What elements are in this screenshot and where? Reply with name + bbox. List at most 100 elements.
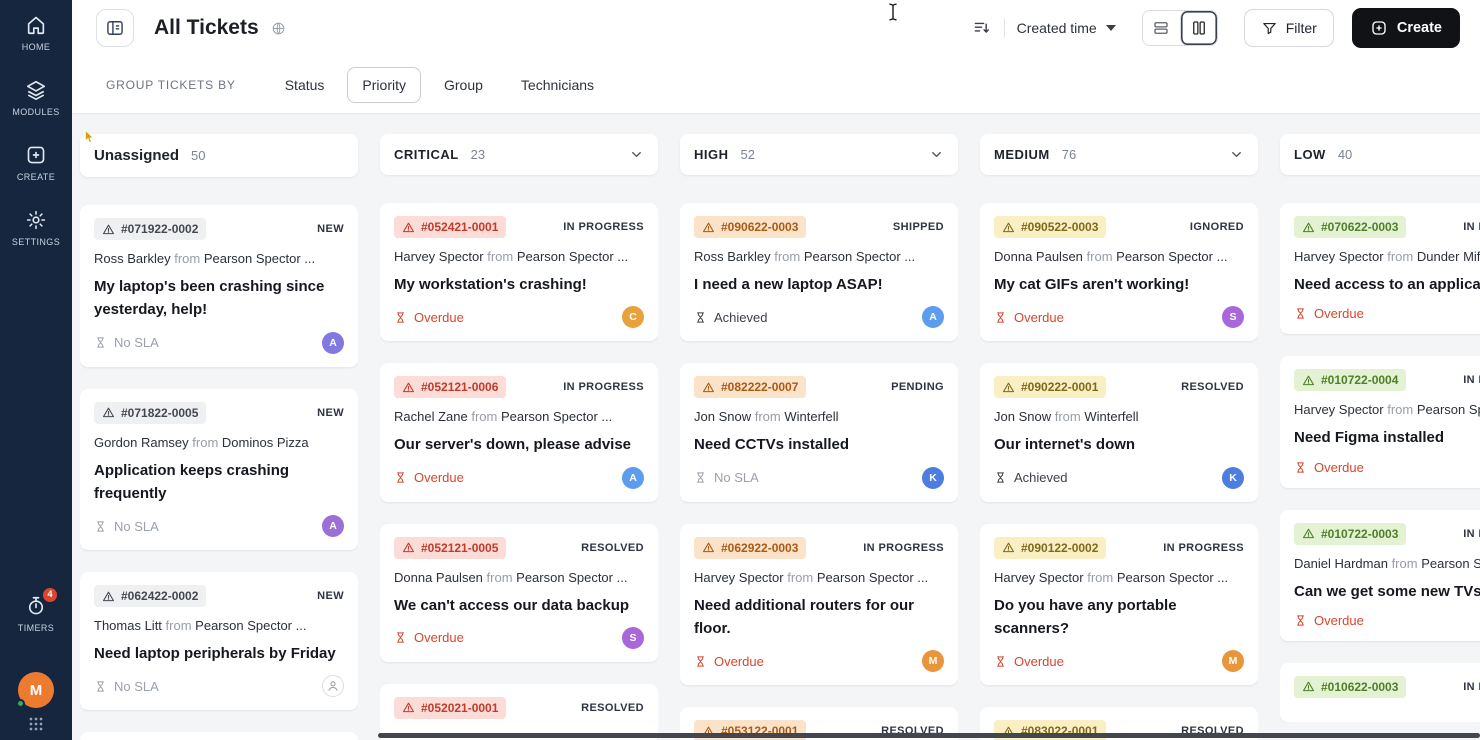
globe-icon[interactable]: [271, 21, 286, 36]
tab-group[interactable]: Group: [429, 67, 498, 103]
create-button[interactable]: Create: [1351, 8, 1460, 48]
ticket-subject[interactable]: Need laptop peripherals by Friday: [94, 642, 344, 665]
ticket-subject[interactable]: My workstation's crashing!: [394, 273, 644, 296]
ticket-id-badge[interactable]: #082222-0007: [694, 376, 807, 399]
chevron-down-icon[interactable]: [1229, 147, 1244, 162]
requester-company[interactable]: Pearson Spector ...: [1417, 402, 1480, 417]
ticket-card[interactable]: #090122-0002 IN PROGRESS Harvey Spector fr…: [980, 523, 1258, 685]
assignee-avatar[interactable]: K: [1222, 466, 1244, 489]
ticket-card[interactable]: #062922-0003 IN PROGRESS Harvey Spector fr…: [680, 523, 958, 685]
column-header-low[interactable]: LOW 40: [1280, 134, 1480, 175]
ticket-card[interactable]: #052121-0006 IN PROGRESS Rachel Zane from …: [380, 363, 658, 502]
requester-name[interactable]: Ross Barkley: [94, 251, 171, 266]
ticket-subject[interactable]: Our server's down, please advise: [394, 433, 644, 456]
sort-by-dropdown[interactable]: Created time: [1017, 20, 1116, 36]
ticket-card[interactable]: #070622-0003 IN PROGRESS Harvey Spector fr…: [1280, 203, 1480, 335]
ticket-card[interactable]: #071822-0005 NEW Gordon Ramsey from Domino…: [80, 388, 358, 550]
ticket-card[interactable]: #010722-0004 IN PROGRESS Harvey Spector fr…: [1280, 356, 1480, 488]
assignee-avatar[interactable]: C: [622, 306, 644, 329]
ticket-id-badge[interactable]: #052021-0001: [394, 696, 507, 719]
assignee-avatar-placeholder[interactable]: [322, 675, 344, 698]
assignee-avatar[interactable]: A: [322, 331, 344, 354]
profile-avatar[interactable]: M: [16, 672, 54, 708]
assignee-avatar[interactable]: A: [922, 306, 944, 329]
requester-company[interactable]: Pearson Spector ...: [804, 249, 915, 264]
sort-order-button[interactable]: [968, 14, 996, 42]
assignee-avatar[interactable]: K: [922, 466, 944, 489]
requester-name[interactable]: Daniel Hardman: [1294, 556, 1388, 571]
horizontal-scrollbar[interactable]: [378, 733, 1480, 738]
ticket-id-badge[interactable]: #090222-0001: [994, 376, 1107, 399]
sidebar-item-modules[interactable]: MODULES: [12, 79, 60, 117]
requester-name[interactable]: Harvey Spector: [394, 249, 484, 264]
assignee-avatar[interactable]: S: [1222, 306, 1244, 329]
sidebar-item-timers[interactable]: 4 TIMERS: [18, 588, 57, 633]
requester-company[interactable]: Pearson Spector ...: [1421, 556, 1480, 571]
ticket-id-badge[interactable]: #010722-0004: [1294, 369, 1407, 392]
requester-company[interactable]: Pearson Spector ...: [204, 251, 315, 266]
ticket-id-badge[interactable]: #062422-0002: [94, 585, 207, 607]
requester-name[interactable]: Ross Barkley: [694, 249, 771, 264]
filter-button[interactable]: Filter: [1243, 9, 1334, 47]
ticket-card[interactable]: #052421-0001 IN PROGRESS Harvey Spector fr…: [380, 203, 658, 342]
requester-company[interactable]: Pearson Spector ...: [501, 409, 612, 424]
ticket-subject[interactable]: Our internet's down: [994, 433, 1244, 456]
ticket-subject[interactable]: Need additional routers for our floor.: [694, 594, 944, 641]
assignee-avatar[interactable]: S: [622, 626, 644, 649]
ticket-id-badge[interactable]: #071822-0005: [94, 401, 207, 424]
ticket-card[interactable]: #090622-0003 SHIPPED Ross Barkley from Pea…: [680, 203, 958, 342]
ticket-subject[interactable]: Need Figma installed: [1294, 426, 1480, 449]
ticket-card[interactable]: #052021-0001 RESOLVED: [380, 683, 658, 740]
tab-priority[interactable]: Priority: [347, 66, 421, 103]
ticket-card[interactable]: #090522-0003 IGNORED Donna Paulsen from Pe…: [980, 203, 1258, 342]
requester-company[interactable]: Dunder Mifflin: [1417, 249, 1480, 264]
requester-company[interactable]: Pearson Spector ...: [516, 570, 627, 585]
board-view-button[interactable]: [1179, 11, 1217, 45]
requester-name[interactable]: Donna Paulsen: [394, 570, 483, 585]
tab-technicians[interactable]: Technicians: [506, 67, 609, 103]
requester-company[interactable]: Pearson Spector ...: [817, 570, 928, 585]
ticket-id-badge[interactable]: #070622-0003: [1294, 216, 1407, 238]
sidebar-item-create[interactable]: CREATE: [12, 144, 60, 182]
ticket-subject[interactable]: My laptop's been crashing since yesterda…: [94, 275, 344, 322]
ticket-id-badge[interactable]: #052121-0005: [394, 536, 507, 559]
ticket-subject[interactable]: Need access to an application: [1294, 273, 1480, 296]
ticket-subject[interactable]: We can't access our data backup: [394, 594, 644, 617]
sidebar-item-settings[interactable]: SETTINGS: [12, 209, 60, 247]
requester-company[interactable]: Pearson Spector ...: [1117, 570, 1228, 585]
assignee-avatar[interactable]: M: [1222, 650, 1244, 672]
requester-company[interactable]: Pearson Spector ...: [195, 618, 306, 633]
requester-name[interactable]: Jon Snow: [994, 409, 1051, 424]
ticket-id-badge[interactable]: #010722-0003: [1294, 522, 1407, 545]
tab-status[interactable]: Status: [270, 67, 340, 103]
requester-name[interactable]: Thomas Litt: [94, 618, 162, 633]
column-header-critical[interactable]: CRITICAL 23: [380, 134, 658, 175]
ticket-subject[interactable]: I need a new laptop ASAP!: [694, 273, 944, 296]
ticket-card[interactable]: #010722-0003 IN PROGRESS Daniel Hardman fr…: [1280, 509, 1480, 641]
requester-name[interactable]: Gordon Ramsey: [94, 435, 189, 450]
requester-company[interactable]: Dominos Pizza: [222, 435, 309, 450]
requester-company[interactable]: Winterfell: [1084, 409, 1138, 424]
ticket-subject[interactable]: Do you have any portable scanners?: [994, 594, 1244, 641]
ticket-id-badge[interactable]: #071922-0002: [94, 218, 207, 240]
chevron-down-icon[interactable]: [629, 147, 644, 162]
sidebar-item-home[interactable]: HOME: [12, 14, 60, 52]
ticket-id-badge[interactable]: #010622-0003: [1294, 675, 1407, 698]
requester-name[interactable]: Jon Snow: [694, 409, 751, 424]
ticket-id-badge[interactable]: #062922-0003: [694, 536, 807, 559]
ticket-id-badge[interactable]: #090622-0003: [694, 216, 807, 238]
assignee-avatar[interactable]: A: [322, 515, 344, 537]
requester-company[interactable]: Pearson Spector ...: [517, 249, 628, 264]
assignee-avatar[interactable]: M: [922, 650, 944, 672]
column-header-high[interactable]: HIGH 52: [680, 134, 958, 175]
ticket-id-badge[interactable]: #052121-0006: [394, 376, 507, 399]
list-view-button[interactable]: [1142, 11, 1180, 45]
requester-name[interactable]: Rachel Zane: [394, 409, 468, 424]
ticket-subject[interactable]: My cat GIFs aren't working!: [994, 273, 1244, 296]
ticket-id-badge[interactable]: #090522-0003: [994, 216, 1107, 238]
assignee-avatar[interactable]: A: [622, 466, 644, 489]
ticket-card[interactable]: #010622-0003 IN PROGRESS: [1280, 662, 1480, 722]
ticket-card[interactable]: #090622-0002NEW: [80, 732, 358, 740]
apps-grid-icon[interactable]: [26, 714, 46, 734]
requester-name[interactable]: Harvey Spector: [1294, 249, 1384, 264]
